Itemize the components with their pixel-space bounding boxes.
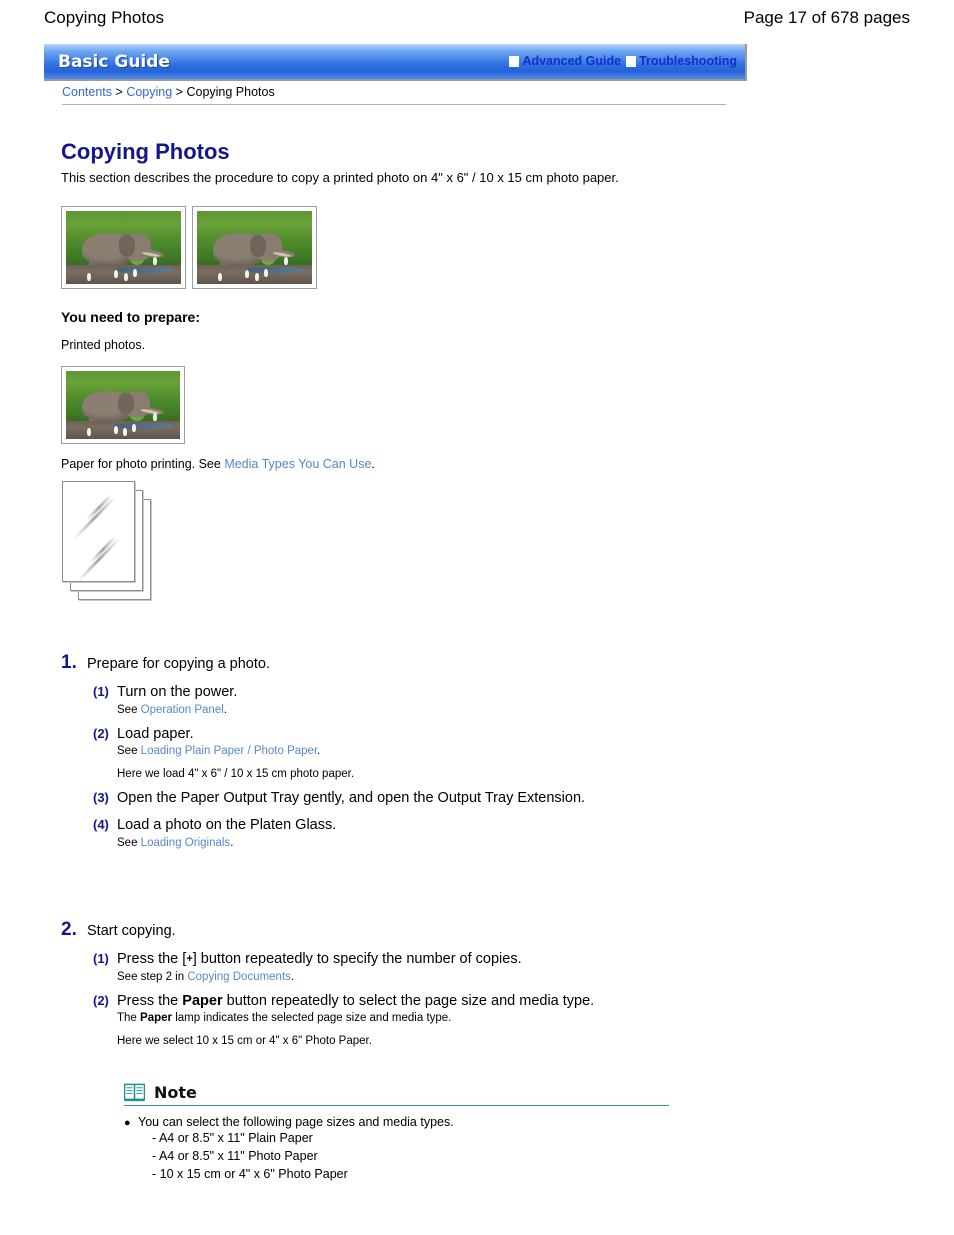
page-number-indicator: Page 17 of 678 pages bbox=[743, 8, 910, 27]
note-suffix: . bbox=[317, 745, 321, 758]
advanced-guide-link[interactable]: Advanced Guide bbox=[509, 54, 621, 68]
guide-bar-links: Advanced Guide Troubleshooting bbox=[509, 54, 737, 69]
substep-note: See Operation Panel. bbox=[117, 704, 237, 716]
advanced-guide-label: Advanced Guide bbox=[522, 54, 622, 68]
prepare-heading: You need to prepare: bbox=[61, 309, 200, 325]
prepare-printed-photos-text: Printed photos. bbox=[61, 338, 146, 352]
guide-bar: Basic Guide Advanced Guide Troubleshooti… bbox=[44, 44, 747, 81]
page-title: Copying Photos bbox=[61, 139, 230, 164]
substep-title: Load paper. bbox=[117, 725, 194, 742]
note-bullet-item: ● You can select the following page size… bbox=[124, 1115, 669, 1129]
troubleshooting-label: Troubleshooting bbox=[639, 54, 737, 68]
note-option-3: - 10 x 15 cm or 4" x 6" Photo Paper bbox=[152, 1167, 348, 1182]
note-content: ● You can select the following page size… bbox=[124, 1115, 669, 1183]
note-bullet-text: You can select the following page sizes … bbox=[138, 1115, 454, 1129]
elephant-photo-2 bbox=[192, 206, 317, 289]
step-1-substep-3: (3) Open the Paper Output Tray gently, a… bbox=[93, 790, 585, 807]
breadcrumb-item-current: Copying Photos bbox=[186, 85, 275, 99]
note-option-2: - A4 or 8.5" x 11" Photo Paper bbox=[152, 1149, 318, 1164]
paper-for-printing-line: Paper for photo printing. See Media Type… bbox=[61, 457, 375, 471]
substep-number: (1) bbox=[93, 684, 109, 699]
note-prefix: The bbox=[117, 1012, 137, 1025]
note-suffix: . bbox=[290, 970, 295, 983]
elephant-photo-single bbox=[61, 366, 185, 444]
substep-note: The Paper lamp indicates the selected pa… bbox=[117, 1012, 594, 1024]
substep-number: (4) bbox=[93, 817, 109, 833]
note-divider bbox=[124, 1105, 669, 1106]
photo-thumbnail-row bbox=[61, 206, 317, 289]
breadcrumb-divider bbox=[62, 104, 726, 105]
elephant-photo-1 bbox=[61, 206, 186, 289]
loading-paper-link[interactable]: Loading Plain Paper / Photo Paper bbox=[141, 745, 317, 757]
substep-title: Press the [+] button repeatedly to speci… bbox=[117, 951, 522, 968]
white-square-icon bbox=[626, 55, 637, 67]
note-suffix: . bbox=[230, 836, 234, 849]
paper-line-prefix: Paper for photo printing. See bbox=[61, 457, 221, 471]
breadcrumb-item-copying[interactable]: Copying bbox=[126, 85, 172, 99]
substep-note: See step 2 in Copying Documents. bbox=[117, 971, 522, 983]
paper-button-label: Paper bbox=[182, 992, 223, 1009]
paper-line-suffix: . bbox=[371, 457, 375, 471]
substep-extra-note: Here we select 10 x 15 cm or 4" x 6" Pho… bbox=[117, 1035, 372, 1048]
note-label: Note bbox=[154, 1083, 197, 1102]
substep-title-part2: button repeatedly to select the page siz… bbox=[226, 992, 595, 1009]
note-suffix: . bbox=[223, 703, 227, 716]
paper-stack-illustration bbox=[62, 481, 162, 611]
breadcrumb-separator: > bbox=[175, 85, 183, 99]
copying-documents-link[interactable]: Copying Documents bbox=[187, 971, 291, 983]
open-book-icon bbox=[124, 1083, 145, 1102]
note-header: Note bbox=[124, 1083, 669, 1105]
troubleshooting-link[interactable]: Troubleshooting bbox=[626, 54, 737, 68]
substep-title-part2: ] button repeatedly to specify the numbe… bbox=[192, 951, 522, 967]
substep-number: (2) bbox=[93, 725, 109, 741]
note-suffix: lamp indicates the selected page size an… bbox=[175, 1012, 452, 1025]
media-types-link[interactable]: Media Types You Can Use bbox=[224, 457, 371, 471]
substep-title-part1: Press the [ bbox=[117, 951, 187, 967]
substep-number: (3) bbox=[93, 790, 109, 806]
substep-extra-note: Here we load 4" x 6" / 10 x 15 cm photo … bbox=[117, 768, 355, 781]
step-1-number: 1. bbox=[61, 652, 77, 673]
breadcrumb-item-contents[interactable]: Contents bbox=[62, 85, 112, 99]
step-1-substep-2: (2) Load paper. See Loading Plain Paper … bbox=[93, 726, 585, 781]
breadcrumb: Contents > Copying > Copying Photos bbox=[62, 85, 275, 99]
page-intro-text: This section describes the procedure to … bbox=[61, 170, 619, 185]
substep-title: Turn on the power. bbox=[117, 684, 238, 700]
step-2: 2. Start copying. (1) Press the [+] butt… bbox=[61, 919, 594, 1047]
note-prefix: See bbox=[117, 703, 138, 716]
step-1-substep-1: (1) Turn on the power. See Operation Pan… bbox=[93, 684, 585, 716]
substep-number: (1) bbox=[93, 951, 109, 966]
step-2-substep-1: (1) Press the [+] button repeatedly to s… bbox=[93, 951, 594, 983]
substep-title: Press the Paper button repeatedly to sel… bbox=[117, 993, 594, 1010]
substep-title-part1: Press the bbox=[117, 992, 179, 1009]
bullet-icon: ● bbox=[124, 1117, 131, 1129]
page-header: Copying Photos Page 17 of 678 pages bbox=[0, 0, 954, 36]
substep-note: See Loading Plain Paper / Photo Paper. bbox=[117, 745, 354, 757]
substep-number: (2) bbox=[93, 992, 109, 1008]
step-2-number: 2. bbox=[61, 919, 77, 940]
step-1: 1. Prepare for copying a photo. (1) Turn… bbox=[61, 652, 585, 849]
note-option-1: - A4 or 8.5" x 11" Plain Paper bbox=[152, 1131, 313, 1145]
loading-originals-link[interactable]: Loading Originals bbox=[141, 837, 231, 849]
step-1-substep-4: (4) Load a photo on the Platen Glass. Se… bbox=[93, 817, 585, 849]
substep-title: Open the Paper Output Tray gently, and o… bbox=[117, 790, 586, 807]
white-square-icon bbox=[509, 55, 520, 67]
note-box: Note ● You can select the following page… bbox=[124, 1083, 669, 1183]
basic-guide-brand: Basic Guide bbox=[58, 51, 170, 72]
substep-title: Load a photo on the Platen Glass. bbox=[117, 817, 337, 834]
note-prefix: See bbox=[117, 745, 138, 758]
step-2-title: Start copying. bbox=[87, 923, 176, 939]
page-header-title: Copying Photos bbox=[44, 8, 165, 27]
step-1-title: Prepare for copying a photo. bbox=[87, 656, 270, 672]
paper-sheet-front bbox=[62, 481, 135, 582]
note-prefix: See step 2 in bbox=[117, 970, 185, 983]
substep-note: See Loading Originals. bbox=[117, 837, 336, 849]
breadcrumb-separator: > bbox=[115, 85, 123, 99]
operation-panel-link[interactable]: Operation Panel bbox=[141, 704, 224, 716]
step-2-substep-2: (2) Press the Paper button repeatedly to… bbox=[93, 993, 594, 1048]
paper-lamp-label: Paper bbox=[140, 1012, 172, 1025]
note-prefix: See bbox=[117, 836, 138, 849]
